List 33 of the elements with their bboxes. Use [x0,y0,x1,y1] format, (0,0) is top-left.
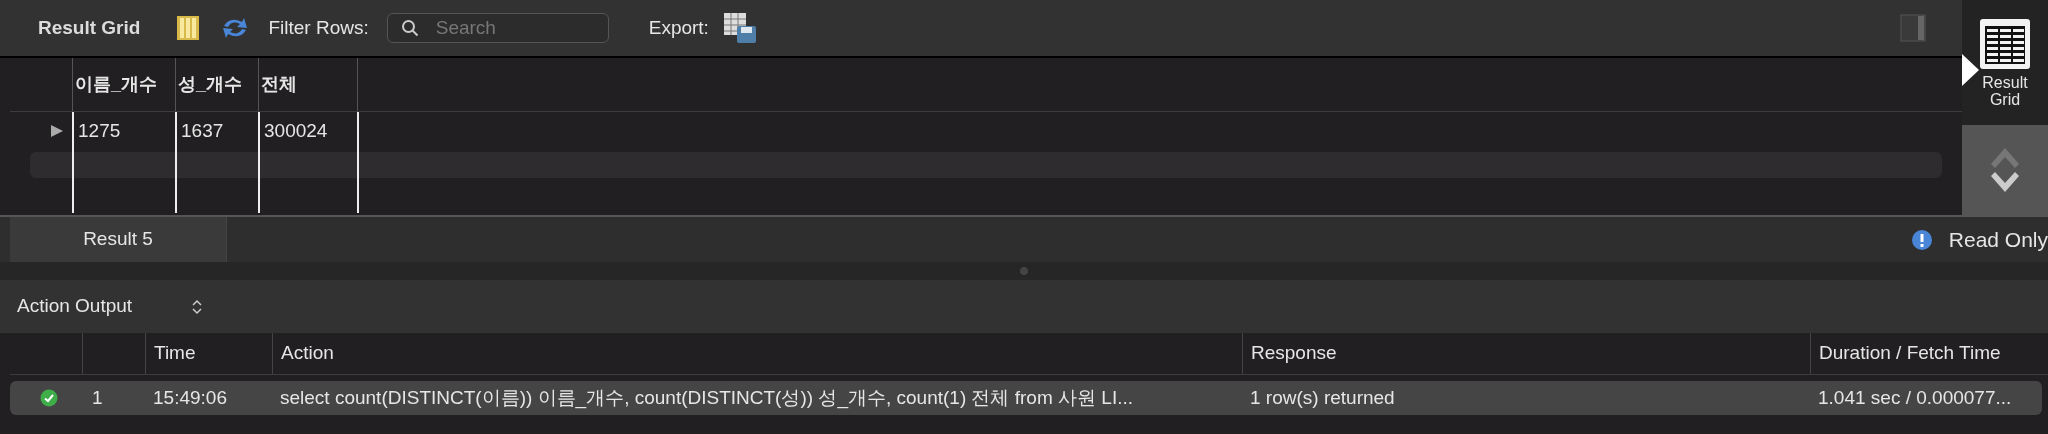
table-cell-text: 1 [91,385,104,410]
table-cell-text: 15:49:06 [152,385,228,410]
panel-toggle-icon[interactable] [1900,14,1926,42]
column-header[interactable]: Time [145,333,272,374]
table-cell-text: 1 row(s) returned [1249,385,1396,410]
table-cell: 300024 [258,112,357,150]
selection-arrow-icon [1962,54,1980,86]
table-icon [1979,17,2031,70]
column-header[interactable]: 성_개수 [175,58,258,111]
table-cell: 1275 [72,112,175,150]
table-cell-text: 1.041 sec / 0.000077... [1817,385,2012,410]
column-header[interactable]: Response [1242,333,1810,374]
search-icon [400,19,419,37]
column-header[interactable]: 이름_개수 [72,58,175,111]
export-label: Export: [648,15,709,40]
splitter-handle-icon[interactable] [1019,266,1029,276]
read-only-status: Read Only [1948,226,2048,253]
info-icon [1910,228,1933,251]
search-field[interactable]: Search [386,13,609,43]
result-grid-tab[interactable]: Result Grid [1962,0,2048,125]
toolbar-title: Result Grid [38,15,141,40]
dropdown-arrows-icon[interactable] [192,298,203,315]
column-header[interactable]: 전체 [258,58,357,111]
columns-icon[interactable] [176,15,201,41]
result-tab[interactable]: Result 5 [10,217,227,262]
action-output-title[interactable]: Action Output [17,292,133,321]
table-cell: 1637 [175,112,258,150]
column-header[interactable]: Duration / Fetch Time [1810,333,2038,374]
filter-label: Filter Rows: [268,15,369,40]
export-icon[interactable] [722,12,757,44]
log-row[interactable]: 1 15:49:06 select count(DISTINCT(이름)) 이름_개수, count(DISTINCT(성)) 성_개수, count(1) 전체 from 사원 LI... 1 row(s) returned 1.041 sec / 0.000077... [10,381,2042,415]
table-cell-text: select count(DISTINCT(이름)) 이름_개수, count(DISTINCT(성)) 성_개수, count(1) 전체 from 사원 LI... [279,385,1134,411]
column-header[interactable]: Action [272,333,1242,374]
